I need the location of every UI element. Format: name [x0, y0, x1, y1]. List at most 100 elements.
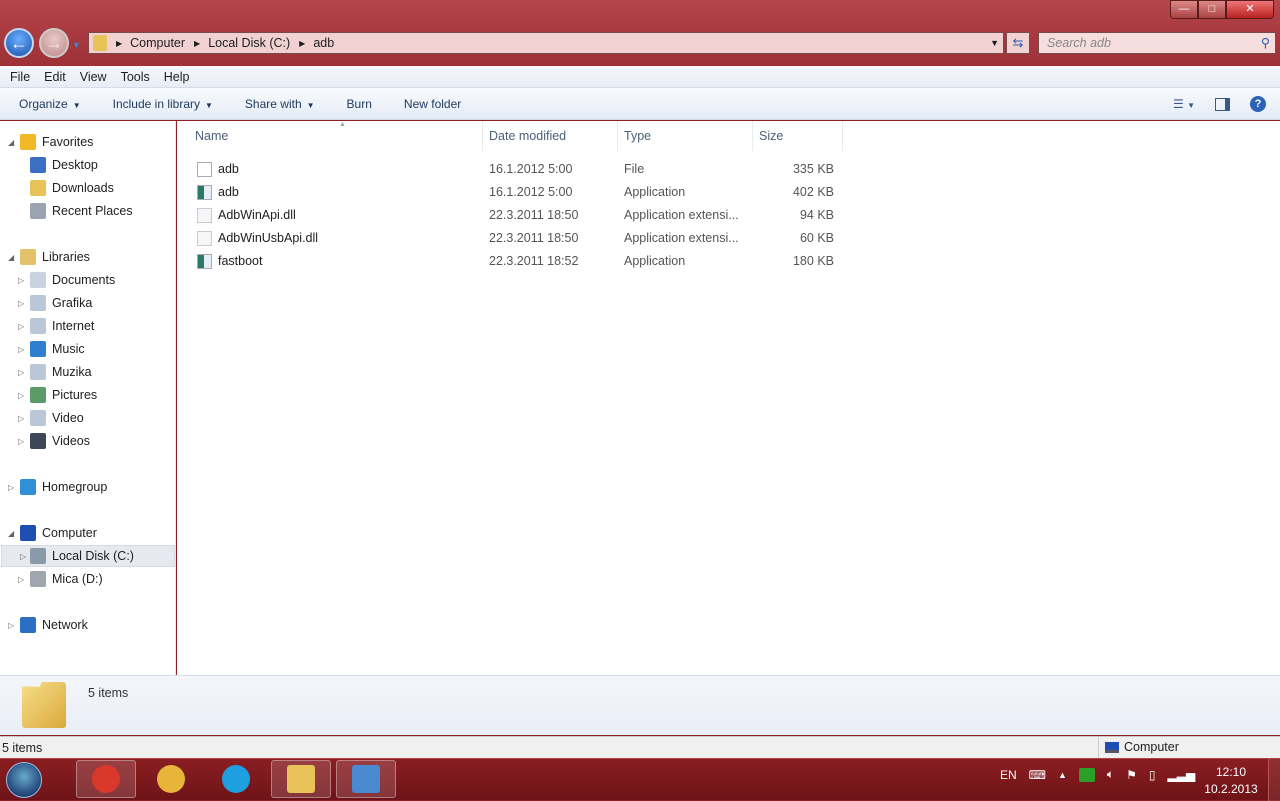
show-desktop-button[interactable] — [1268, 759, 1280, 801]
collapsed-arrow-icon[interactable]: ▷ — [18, 414, 24, 423]
sidebar-item-recent-places[interactable]: Recent Places — [30, 200, 133, 222]
taskbar-outlook-button[interactable] — [141, 760, 201, 798]
refresh-button[interactable]: ⇆ — [1006, 32, 1030, 54]
sidebar-item-mica-d[interactable]: ▷ Mica (D:) — [18, 568, 103, 590]
videos-icon — [30, 433, 46, 449]
sidebar-item-favorites[interactable]: ◢ Favorites — [8, 131, 94, 153]
file-row[interactable]: adb 16.1.2012 5:00 File 335 KB — [189, 158, 849, 181]
preview-pane-button[interactable] — [1215, 97, 1230, 111]
change-view-button[interactable]: ☰ ▼ — [1173, 97, 1195, 111]
recent-pages-dropdown[interactable]: ▼ — [72, 40, 81, 50]
sync-icon[interactable] — [1078, 767, 1095, 782]
breadcrumb-separator[interactable]: ▶ — [194, 39, 200, 48]
file-name: adb — [218, 162, 239, 176]
forward-button[interactable]: → — [39, 28, 69, 58]
library-icon — [30, 364, 46, 380]
taskbar-windows-explorer-button[interactable] — [271, 760, 331, 798]
search-input[interactable]: Search adb ⚲ — [1038, 32, 1276, 54]
sidebar-item-computer[interactable]: ◢ Computer — [8, 522, 97, 544]
breadcrumb-separator[interactable]: ▶ — [116, 39, 122, 48]
collapsed-arrow-icon[interactable]: ▷ — [18, 299, 24, 308]
menu-file[interactable]: File — [10, 70, 30, 84]
maximize-button[interactable]: □ — [1198, 0, 1226, 19]
breadcrumb-computer[interactable]: Computer — [130, 36, 185, 50]
menu-edit[interactable]: Edit — [44, 70, 66, 84]
taskbar-chrome-button[interactable] — [76, 760, 136, 798]
breadcrumb-local-disk[interactable]: Local Disk (C:) — [208, 36, 290, 50]
taskbar-skype-button[interactable] — [206, 760, 266, 798]
organize-button[interactable]: Organize ▼ — [19, 97, 81, 111]
keyboard-icon[interactable]: ⌨ — [1029, 768, 1046, 782]
menu-help[interactable]: Help — [164, 70, 190, 84]
sidebar-item-video[interactable]: ▷ Video — [18, 407, 84, 429]
share-with-button[interactable]: Share with ▼ — [245, 97, 315, 111]
sidebar-item-libraries[interactable]: ◢ Libraries — [8, 246, 90, 268]
column-header-type[interactable]: Type — [618, 121, 753, 151]
sidebar-item-music[interactable]: ▷ Music — [18, 338, 85, 360]
power-icon[interactable]: ▯ — [1149, 768, 1156, 782]
file-row[interactable]: adb 16.1.2012 5:00 Application 402 KB — [189, 181, 849, 204]
new-folder-button[interactable]: New folder — [404, 97, 461, 111]
address-history-dropdown[interactable]: ▼ — [990, 38, 999, 48]
file-row[interactable]: AdbWinUsbApi.dll 22.3.2011 18:50 Applicati… — [189, 227, 849, 250]
collapsed-arrow-icon[interactable]: ▷ — [18, 345, 24, 354]
breadcrumb-separator[interactable]: ▶ — [299, 39, 305, 48]
sidebar-item-local-disk-c[interactable]: ▷ Local Disk (C:) — [1, 545, 175, 567]
file-row[interactable]: AdbWinApi.dll 22.3.2011 18:50 Application … — [189, 204, 849, 227]
sidebar-item-documents[interactable]: ▷ Documents — [18, 269, 115, 291]
file-date-modified: 22.3.2011 18:52 — [489, 254, 579, 268]
include-in-library-button[interactable]: Include in library ▼ — [113, 97, 213, 111]
navigation-pane[interactable]: ◢ Favorites Desktop Downloads Recent Places ◢… — [0, 121, 176, 675]
collapsed-arrow-icon[interactable]: ▷ — [18, 368, 24, 377]
sidebar-item-network[interactable]: ▷ Network — [8, 614, 88, 636]
volume-icon[interactable]: 🔈︎ — [1107, 767, 1114, 782]
taskbar-remote-desktop-button[interactable] — [336, 760, 396, 798]
expanded-arrow-icon[interactable]: ◢ — [8, 138, 14, 147]
show-hidden-icons-button[interactable]: ▲ — [1058, 770, 1067, 780]
collapsed-arrow-icon[interactable]: ▷ — [20, 552, 26, 561]
language-indicator[interactable]: EN — [1000, 768, 1017, 782]
file-row[interactable]: fastboot 22.3.2011 18:52 Application 180 KB — [189, 250, 849, 273]
help-button[interactable]: ? — [1250, 96, 1266, 112]
sidebar-item-grafika[interactable]: ▷ Grafika — [18, 292, 92, 314]
file-size: 335 KB — [792, 162, 834, 176]
collapsed-arrow-icon[interactable]: ▷ — [18, 276, 24, 285]
back-button[interactable]: ← — [4, 28, 34, 58]
column-header-size[interactable]: Size — [753, 121, 843, 151]
file-size: 60 KB — [799, 231, 834, 245]
sidebar-item-homegroup[interactable]: ▷ Homegroup — [8, 476, 107, 498]
collapsed-arrow-icon[interactable]: ▷ — [8, 621, 14, 630]
collapsed-arrow-icon[interactable]: ▷ — [18, 322, 24, 331]
column-header-name[interactable]: Name ▲ — [189, 121, 483, 151]
collapsed-arrow-icon[interactable]: ▷ — [18, 575, 24, 584]
sidebar-item-pictures[interactable]: ▷ Pictures — [18, 384, 97, 406]
search-icon[interactable]: ⚲ — [1261, 33, 1270, 53]
sidebar-item-muzika[interactable]: ▷ Muzika — [18, 361, 92, 383]
sidebar-item-internet[interactable]: ▷ Internet — [18, 315, 94, 337]
sidebar-item-desktop[interactable]: Desktop — [30, 154, 98, 176]
menu-bar: File Edit View Tools Help — [0, 66, 1280, 88]
collapsed-arrow-icon[interactable]: ▷ — [18, 391, 24, 400]
sidebar-item-downloads[interactable]: Downloads — [30, 177, 114, 199]
burn-button[interactable]: Burn — [347, 97, 372, 111]
network-signal-icon[interactable]: ▂▃▅ — [1168, 768, 1196, 782]
column-header-date-modified[interactable]: Date modified — [483, 121, 618, 151]
close-button[interactable]: ✕ — [1226, 0, 1274, 19]
address-bar[interactable]: ▶ Computer ▶ Local Disk (C:) ▶ adb ▼ — [88, 32, 1004, 54]
sidebar-item-label: Favorites — [42, 135, 94, 149]
breadcrumb-adb[interactable]: adb — [313, 36, 334, 50]
collapsed-arrow-icon[interactable]: ▷ — [18, 437, 24, 446]
action-center-flag-icon[interactable]: ⚑ — [1126, 768, 1137, 782]
menu-tools[interactable]: Tools — [121, 70, 150, 84]
music-icon — [30, 341, 46, 357]
expanded-arrow-icon[interactable]: ◢ — [8, 253, 14, 262]
search-placeholder: Search adb — [1047, 36, 1111, 50]
collapsed-arrow-icon[interactable]: ▷ — [8, 483, 14, 492]
file-list[interactable]: Name ▲ Date modified Type Size adb 16.1.20… — [177, 121, 1280, 675]
clock[interactable]: 12:10 10.2.2013 — [1196, 764, 1266, 798]
start-button[interactable] — [6, 762, 42, 798]
sidebar-item-videos[interactable]: ▷ Videos — [18, 430, 90, 452]
minimize-button[interactable]: — — [1170, 0, 1198, 19]
menu-view[interactable]: View — [80, 70, 107, 84]
expanded-arrow-icon[interactable]: ◢ — [8, 529, 14, 538]
